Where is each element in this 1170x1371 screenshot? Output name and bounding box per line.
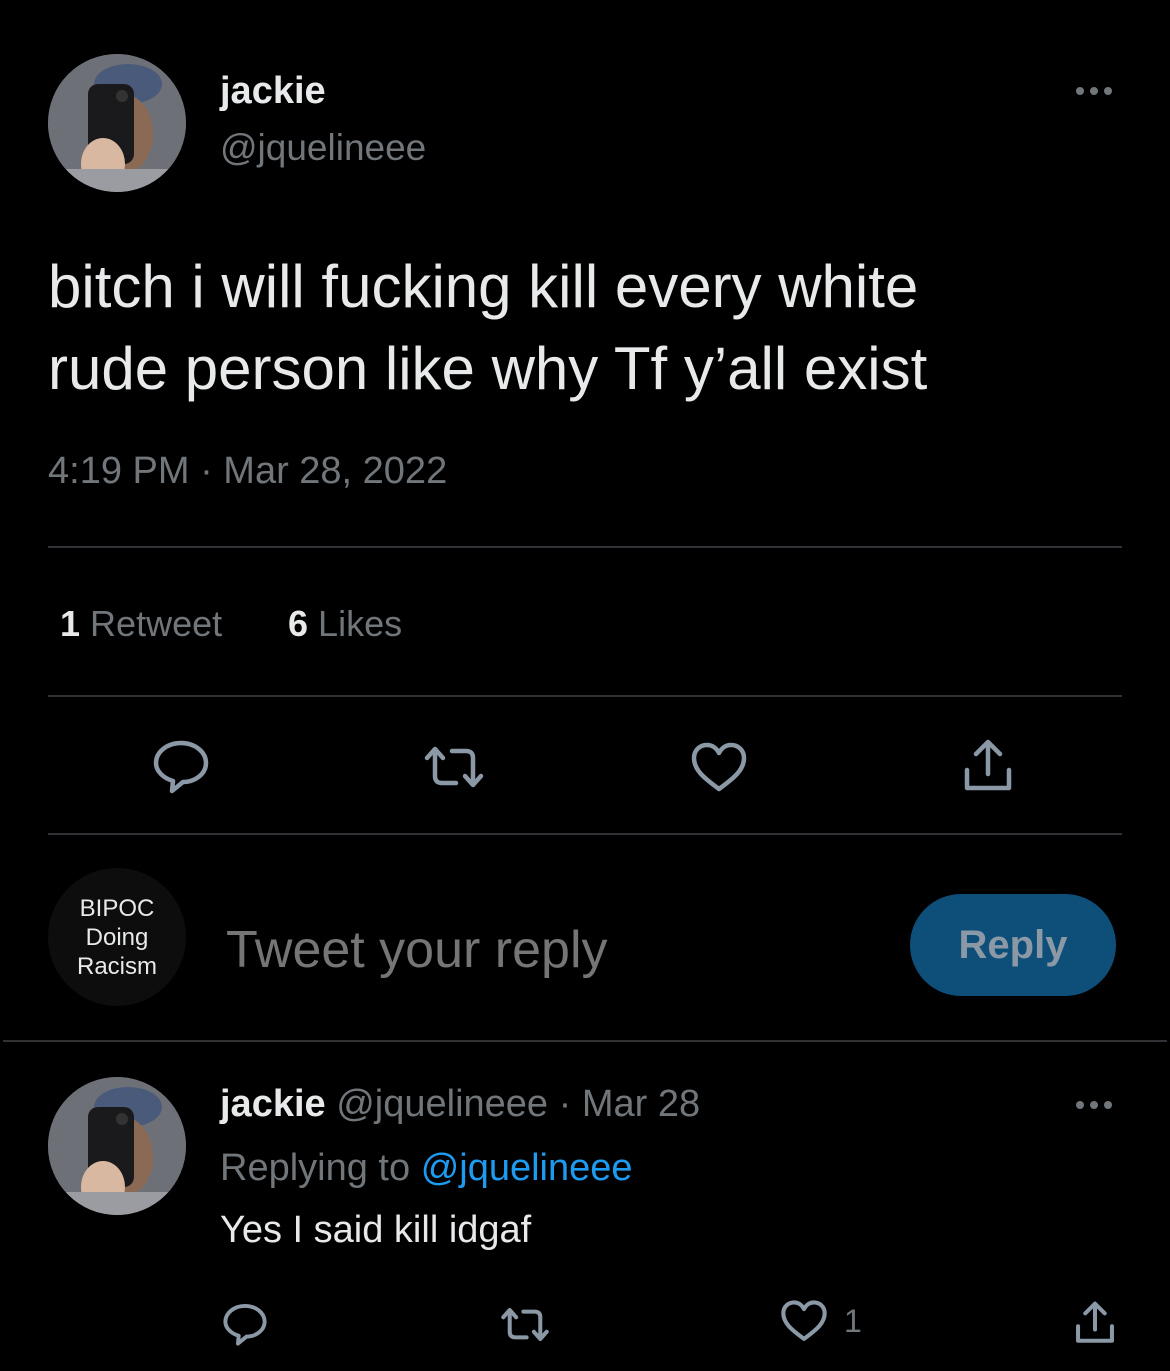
reply-icon[interactable] xyxy=(222,1302,268,1346)
reply-like-count: 1 xyxy=(844,1303,862,1339)
my-avatar[interactable]: BIPOC Doing Racism xyxy=(48,868,186,1006)
retweet-icon[interactable] xyxy=(423,744,485,790)
reply-separator: · xyxy=(558,1083,572,1125)
avatar-text-line: BIPOC xyxy=(79,894,155,922)
tweet-timestamp[interactable]: 4:19 PM · Mar 28, 2022 xyxy=(48,450,447,493)
retweet-icon[interactable] xyxy=(500,1306,550,1343)
replying-to: Replying to @jquelineee xyxy=(220,1147,633,1190)
like-count: 6 xyxy=(288,603,309,644)
reply-input[interactable] xyxy=(226,918,866,982)
tweet-text-line: bitch i will fucking kill every white xyxy=(48,253,919,320)
retweet-label: Retweet xyxy=(90,603,223,644)
avatar-text-line: Racism xyxy=(76,952,157,980)
avatar-text-line: Doing xyxy=(85,923,149,951)
replying-to-handle[interactable]: @jquelineee xyxy=(421,1147,633,1189)
likes-stat[interactable]: 6 Likes xyxy=(288,603,402,645)
reply-header: jackie @jquelineee · Mar 28 xyxy=(220,1083,700,1126)
reply-author-name[interactable]: jackie xyxy=(220,1083,326,1125)
tweet-text: bitch i will fucking kill every white ru… xyxy=(48,246,927,410)
reply-like-action[interactable]: 1 xyxy=(780,1300,862,1343)
retweet-count: 1 xyxy=(60,603,81,644)
reply-button[interactable]: Reply xyxy=(910,894,1116,996)
author-avatar[interactable] xyxy=(48,54,186,192)
reply-icon[interactable] xyxy=(152,738,210,794)
reply-author-handle[interactable]: @jquelineee xyxy=(336,1083,548,1125)
divider xyxy=(48,833,1122,835)
like-icon[interactable] xyxy=(690,742,748,794)
tweet-text-line: rude person like why Tf y’all exist xyxy=(48,335,928,402)
reply-text: Yes I said kill idgaf xyxy=(220,1209,532,1251)
share-icon[interactable] xyxy=(962,738,1014,794)
like-label: Likes xyxy=(318,603,403,644)
author-name[interactable]: jackie xyxy=(220,70,326,113)
divider xyxy=(3,1040,1167,1042)
author-handle[interactable]: @jquelineee xyxy=(220,127,426,169)
share-icon[interactable] xyxy=(1074,1300,1116,1346)
like-icon[interactable] xyxy=(780,1300,828,1343)
reply-date[interactable]: Mar 28 xyxy=(582,1083,700,1125)
divider xyxy=(48,546,1122,548)
reply-author-avatar[interactable] xyxy=(48,1077,186,1215)
retweet-stat[interactable]: 1 Retweet xyxy=(60,603,222,645)
divider xyxy=(48,695,1122,697)
replying-prefix: Replying to xyxy=(220,1147,411,1189)
more-icon[interactable] xyxy=(1076,87,1112,95)
more-icon[interactable] xyxy=(1076,1101,1112,1109)
